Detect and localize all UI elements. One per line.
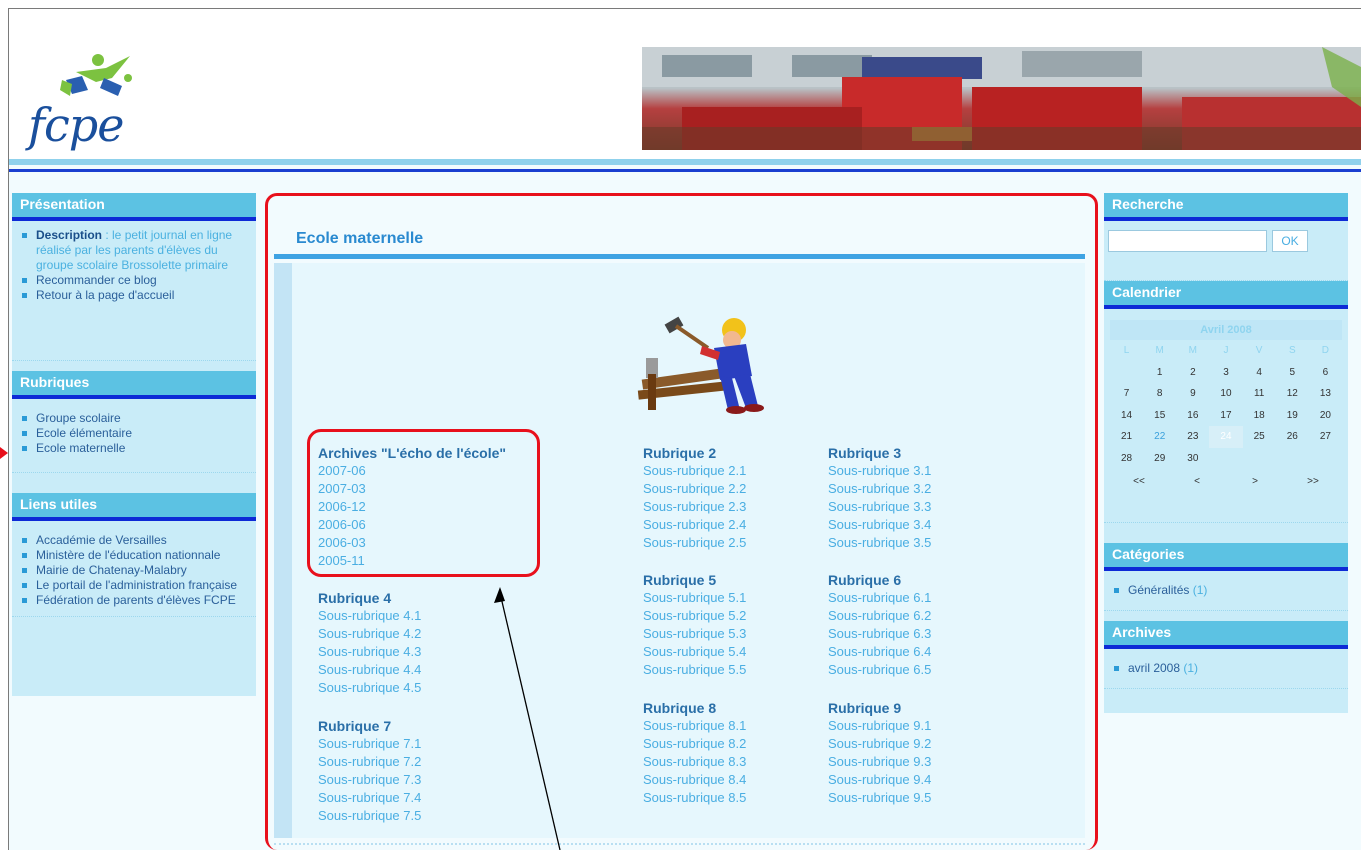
categories-title: Catégories: [1104, 543, 1348, 571]
calendar-week: 28 29 30: [1110, 448, 1342, 470]
calendrier-title: Calendrier: [1104, 281, 1348, 309]
calendar-day: 18: [1253, 409, 1265, 421]
calendar: Avril 2008 L M M J V S D 1 2 3 4 5 6 7 8 9 10 11 12…: [1110, 320, 1342, 493]
calendar-day: 12: [1286, 388, 1298, 399]
calendar-day: 14: [1121, 409, 1133, 421]
calendar-next-month[interactable]: >: [1226, 471, 1284, 493]
archive-count: (1): [1183, 661, 1199, 675]
calendar-day: 7: [1123, 388, 1130, 399]
calendar-day: 4: [1256, 366, 1262, 378]
calendar-week: 21 22 23 24 25 26 27: [1110, 426, 1342, 448]
calendar-day: 29: [1154, 452, 1166, 464]
category-label[interactable]: Généralités: [1128, 583, 1189, 597]
calendar-day: 2: [1190, 366, 1196, 378]
rubriques-title: Rubriques: [12, 371, 256, 399]
calendar-day: 21: [1121, 431, 1133, 442]
calendar-week: 7 8 9 10 11 12 13: [1110, 383, 1342, 405]
calendar-day: [1276, 448, 1309, 470]
archives-annotation-box: [307, 429, 540, 577]
archive-label[interactable]: avril 2008: [1128, 661, 1180, 675]
calendar-day: 1: [1156, 366, 1163, 378]
calendar-day: [1209, 448, 1242, 470]
link-academie[interactable]: Accadémie de Versailles: [20, 533, 248, 548]
home-link[interactable]: Retour à la page d'accueil: [20, 288, 248, 303]
archive-item[interactable]: avril 2008 (1): [1112, 661, 1340, 676]
calendar-day: 20: [1319, 409, 1331, 421]
calendar-day: 15: [1154, 409, 1166, 421]
rubrique-groupe-scolaire[interactable]: Groupe scolaire: [20, 411, 248, 426]
description-link[interactable]: Description: [36, 228, 102, 242]
calendar-day: 11: [1253, 388, 1265, 399]
calendar-day: 26: [1286, 431, 1298, 442]
calendar-next-year[interactable]: >>: [1284, 471, 1342, 493]
list-item[interactable]: Description : le petit journal en ligne …: [20, 228, 248, 273]
header-banner-image: [642, 47, 1361, 150]
search-ok-button[interactable]: OK: [1272, 230, 1308, 252]
link-portail[interactable]: Le portail de l'administration française: [20, 578, 248, 593]
categories-list: Généralités (1): [1104, 571, 1348, 611]
link-fcpe[interactable]: Fédération de parents d'élèves FCPE: [20, 593, 248, 608]
category-count: (1): [1192, 583, 1208, 597]
archives-list: avril 2008 (1): [1104, 649, 1348, 689]
calendar-day: 23: [1187, 431, 1199, 442]
calendar-day: 17: [1220, 409, 1232, 421]
rubrique-ecole-elementaire[interactable]: Ecole élémentaire: [20, 426, 248, 441]
left-sidebar: Présentation Description : le petit jour…: [12, 193, 256, 696]
header-rule-dark: [9, 169, 1361, 172]
calendar-weeks: 1 2 3 4 5 6 7 8 9 10 11 12 13 14 15 16 17 18 19 20 21 22 23 24 2…: [1110, 362, 1342, 470]
calendar-prev-year[interactable]: <<: [1110, 471, 1168, 493]
annotation-arrow-icon: [0, 447, 8, 459]
calendar-day: 24: [1209, 426, 1243, 448]
calendar-day: 16: [1187, 409, 1199, 421]
logo-text: fcpe: [28, 98, 124, 152]
day-header: D: [1321, 345, 1330, 356]
link-mairie[interactable]: Mairie de Chatenay-Malabry: [20, 563, 248, 578]
liens-list: Accadémie de Versailles Ministère de l'é…: [12, 521, 256, 617]
calendar-prev-month[interactable]: <: [1168, 471, 1226, 493]
calendar-day: 5: [1289, 366, 1296, 378]
fcpe-logo[interactable]: fcpe: [26, 50, 138, 158]
day-header: M: [1155, 345, 1164, 356]
calendar-day: 30: [1187, 452, 1199, 464]
rubrique-ecole-maternelle[interactable]: Ecole maternelle: [20, 441, 248, 456]
day-header: L: [1123, 345, 1130, 356]
calendar-day: [1110, 362, 1143, 384]
category-item[interactable]: Généralités (1): [1112, 583, 1340, 598]
calendar-day: 28: [1121, 452, 1133, 464]
calendar-day: 19: [1286, 409, 1298, 421]
calendar-day: 27: [1319, 431, 1331, 442]
calendar-day: 10: [1220, 388, 1232, 399]
calendar-week: 14 15 16 17 18 19 20: [1110, 405, 1342, 427]
day-header: V: [1255, 345, 1263, 356]
calendar-day: [1309, 448, 1342, 470]
day-header: J: [1223, 345, 1229, 356]
calendar-month: Avril 2008: [1110, 320, 1342, 340]
search-input[interactable]: [1108, 230, 1267, 252]
calendar-day: 25: [1253, 431, 1265, 442]
calendar-day: 8: [1156, 388, 1163, 399]
header-rule-light: [9, 159, 1361, 165]
calendar-day: 6: [1322, 366, 1329, 378]
calendar-day: 9: [1190, 388, 1196, 399]
calendar-nav: << < > >>: [1110, 471, 1342, 493]
recherche-title: Recherche: [1104, 193, 1348, 221]
calendar-day: 3: [1223, 366, 1229, 378]
calendar-day: [1243, 448, 1276, 470]
presentation-title: Présentation: [12, 193, 256, 221]
presentation-list: Description : le petit journal en ligne …: [12, 221, 256, 361]
calendar-day: 13: [1319, 388, 1331, 399]
rubriques-list: Groupe scolaire Ecole élémentaire Ecole …: [12, 399, 256, 473]
calendar-week: 1 2 3 4 5 6: [1110, 362, 1342, 384]
archives-title: Archives: [1104, 621, 1348, 649]
liens-title: Liens utiles: [12, 493, 256, 521]
calendar-day[interactable]: 22: [1143, 426, 1176, 448]
recommend-blog-link[interactable]: Recommander ce blog: [20, 273, 248, 288]
annotation-pointer-arrow-icon: [494, 587, 561, 850]
link-ministere[interactable]: Ministère de l'éducation nationnale: [20, 548, 248, 563]
day-header: S: [1288, 345, 1296, 356]
calendar-day-headers: L M M J V S D: [1110, 340, 1342, 362]
day-header: M: [1188, 345, 1198, 356]
